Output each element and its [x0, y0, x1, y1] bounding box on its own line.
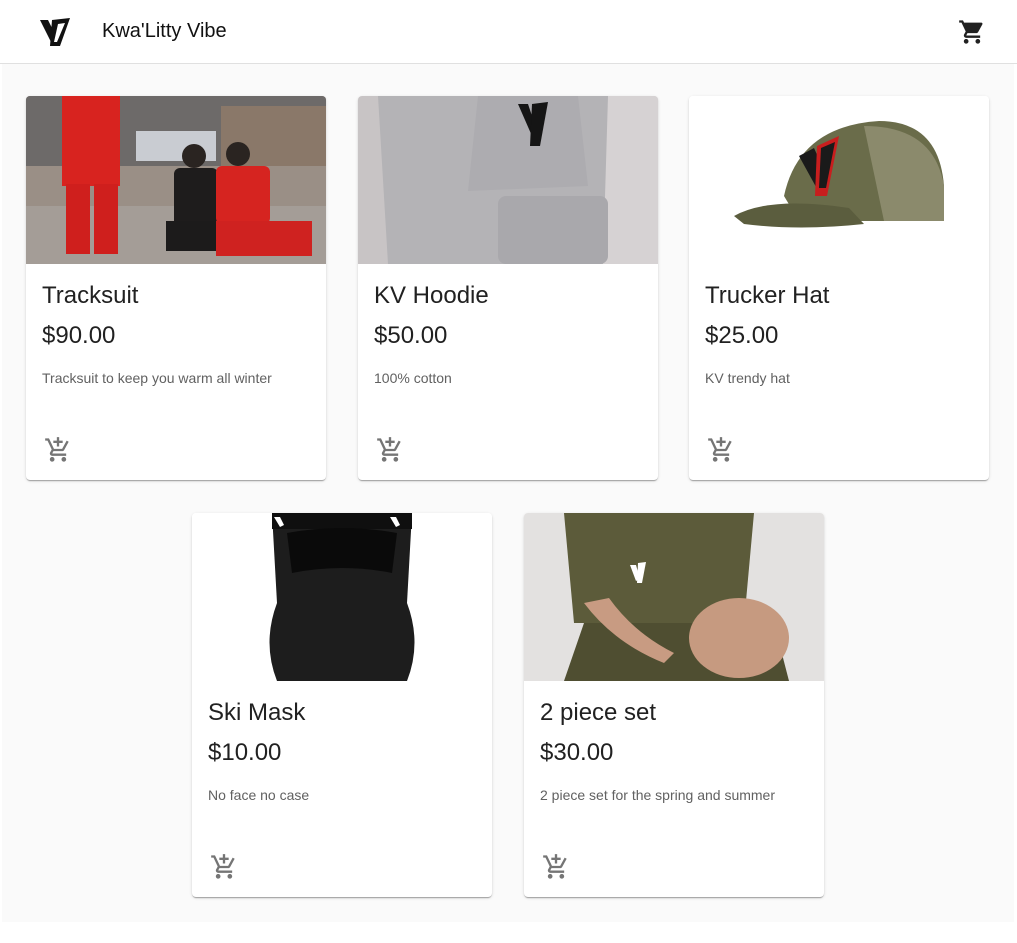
hoodie-photo	[358, 96, 658, 264]
product-card[interactable]: KV Hoodie $50.00 100% cotton	[358, 96, 658, 480]
product-card[interactable]: Trucker Hat $25.00 KV trendy hat	[689, 96, 989, 480]
add-to-cart-icon[interactable]	[542, 853, 570, 881]
product-price: $50.00	[374, 322, 448, 349]
product-image[interactable]	[524, 513, 824, 681]
page-footer-space	[0, 922, 1017, 943]
add-to-cart-icon[interactable]	[376, 436, 404, 464]
product-price: $30.00	[540, 739, 614, 766]
trucker-hat-photo	[689, 96, 989, 264]
product-card[interactable]: Ski Mask $10.00 No face no case	[192, 513, 492, 897]
product-card[interactable]: 2 piece set $30.00 2 piece set for the s…	[524, 513, 824, 897]
product-card[interactable]: Tracksuit $90.00 Tracksuit to keep you w…	[26, 96, 326, 480]
product-image[interactable]	[358, 96, 658, 264]
product-name: KV Hoodie	[374, 282, 489, 309]
product-image[interactable]	[689, 96, 989, 264]
product-description: 100% cotton	[374, 370, 452, 386]
product-image[interactable]	[192, 513, 492, 681]
app-title: Kwa'Litty Vibe	[102, 20, 227, 42]
product-description: 2 piece set for the spring and summer	[540, 787, 776, 803]
product-grid-area: Tracksuit $90.00 Tracksuit to keep you w…	[2, 64, 1014, 922]
product-price: $10.00	[208, 739, 282, 766]
kv-logo-icon[interactable]	[38, 16, 72, 48]
tracksuit-photo	[26, 96, 326, 264]
app-bar: Kwa'Litty Vibe	[0, 0, 1017, 64]
product-grid: Tracksuit $90.00 Tracksuit to keep you w…	[2, 64, 1014, 922]
product-description: No face no case	[208, 787, 310, 803]
add-to-cart-icon[interactable]	[44, 436, 72, 464]
two-piece-set-photo	[524, 513, 824, 681]
product-name: Ski Mask	[208, 699, 306, 726]
product-image[interactable]	[26, 96, 326, 264]
product-description: Tracksuit to keep you warm all winter	[42, 370, 272, 386]
product-price: $90.00	[42, 322, 116, 349]
product-name: Trucker Hat	[705, 282, 830, 309]
ski-mask-photo	[192, 513, 492, 681]
product-name: Tracksuit	[42, 282, 139, 309]
product-price: $25.00	[705, 322, 779, 349]
shopping-cart-icon[interactable]	[958, 18, 986, 46]
add-to-cart-icon[interactable]	[210, 853, 238, 881]
product-description: KV trendy hat	[705, 370, 790, 386]
product-name: 2 piece set	[540, 699, 657, 726]
add-to-cart-icon[interactable]	[707, 436, 735, 464]
